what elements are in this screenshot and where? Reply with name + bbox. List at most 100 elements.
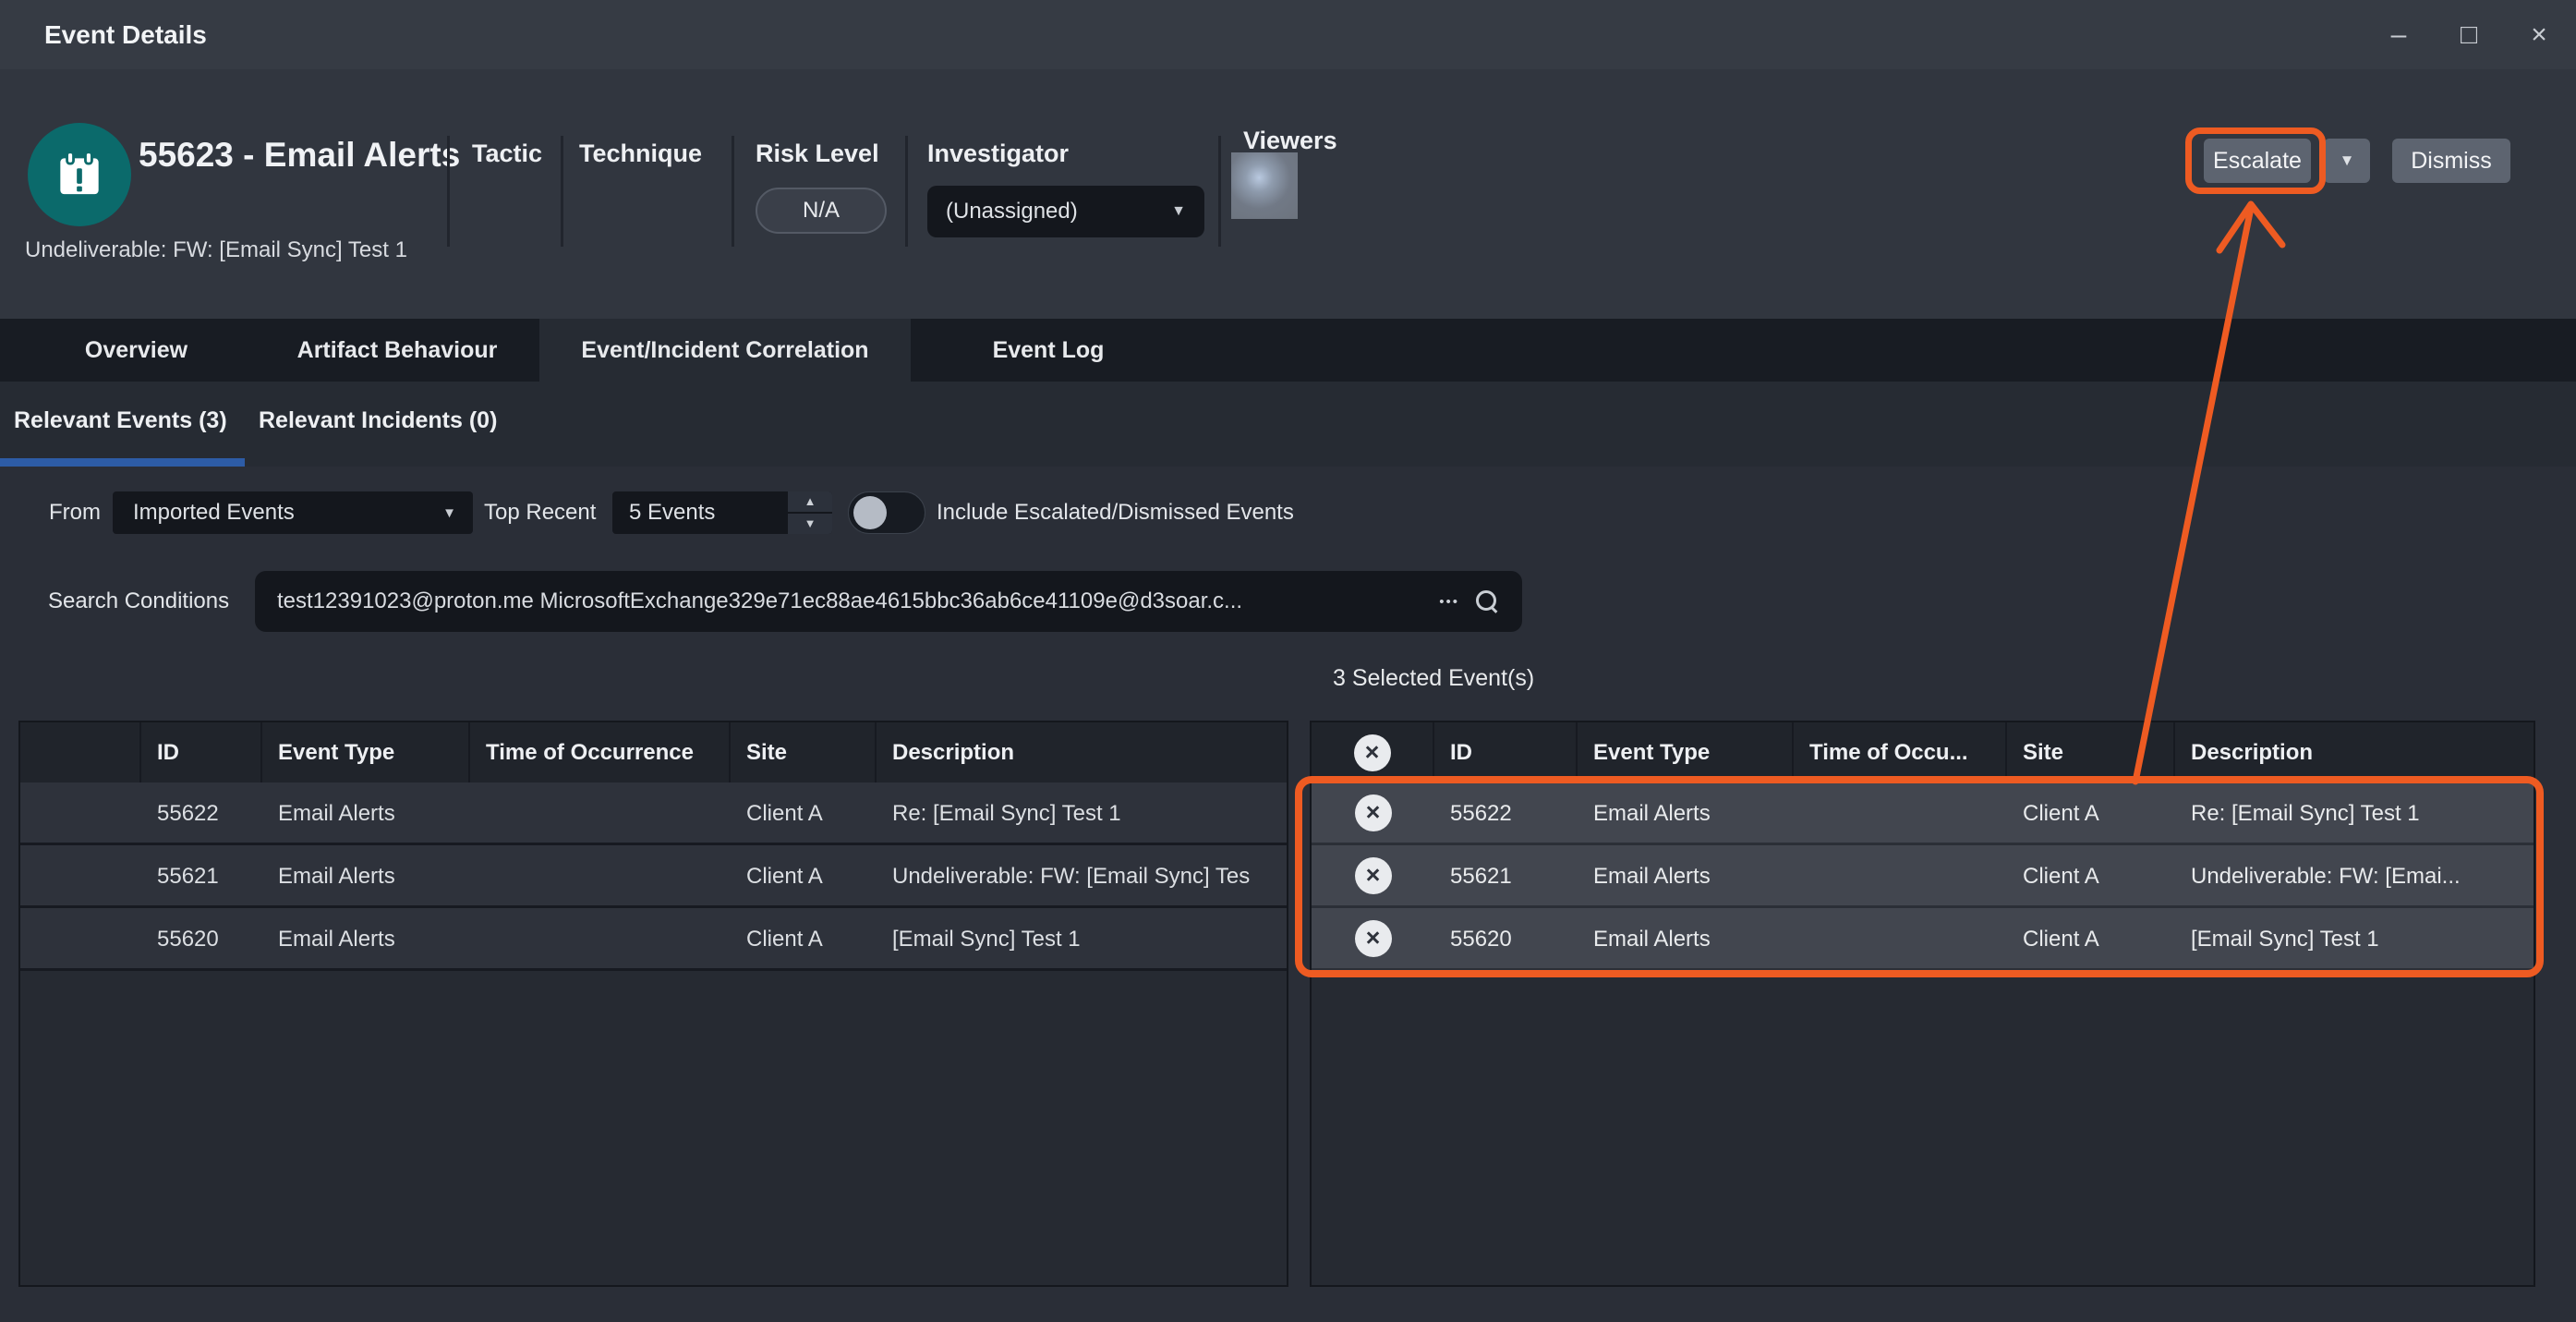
cell-site: Client A	[2007, 845, 2175, 905]
header-divider	[732, 136, 734, 247]
investigator-label: Investigator	[927, 139, 1069, 168]
main-tab-bar: Overview Artifact Behaviour Event/Incide…	[0, 319, 2576, 382]
subtab-relevant-incidents[interactable]: Relevant Incidents (0)	[259, 382, 497, 459]
remove-row-icon[interactable]: ×	[1355, 920, 1392, 957]
search-icon[interactable]	[1476, 590, 1498, 612]
top-recent-label: Top Recent	[484, 491, 596, 534]
subtab-relevant-events[interactable]: Relevant Events (3)	[14, 382, 227, 459]
escalate-button[interactable]: Escalate	[2204, 139, 2311, 183]
cell-event-type: Email Alerts	[1578, 908, 1794, 968]
more-options-icon[interactable]: •••	[1433, 594, 1476, 610]
toggle-knob	[853, 496, 887, 529]
table-row[interactable]: 55622 Email Alerts Client A Re: [Email S…	[20, 782, 1287, 845]
cell-site: Client A	[731, 908, 877, 968]
cell-event-type: Email Alerts	[1578, 782, 1794, 843]
table-row[interactable]: 55621 Email Alerts Client A Undeliverabl…	[20, 845, 1287, 908]
title-bar: Event Details – □ ×	[0, 0, 2576, 69]
stepper-up-icon[interactable]: ▲	[788, 491, 832, 514]
tactic-label: Tactic	[472, 139, 542, 168]
column-description: Description	[877, 722, 1287, 782]
event-alert-calendar-icon	[28, 123, 131, 226]
tab-event-incident-correlation[interactable]: Event/Incident Correlation	[539, 319, 911, 382]
risk-level-label: Risk Level	[756, 139, 879, 168]
cell-id: 55620	[1434, 908, 1578, 968]
top-recent-stepper[interactable]: 5 Events ▲ ▼	[612, 491, 832, 534]
top-recent-value: 5 Events	[612, 491, 786, 534]
table-row[interactable]: 55620 Email Alerts Client A [Email Sync]…	[20, 908, 1287, 971]
cell-time	[470, 845, 731, 905]
column-event-type: Event Type	[262, 722, 470, 782]
window-title: Event Details	[44, 0, 207, 69]
remove-row-icon[interactable]: ×	[1355, 794, 1392, 831]
table-row[interactable]: × 55622 Email Alerts Client A Re: [Email…	[1312, 782, 2534, 845]
remove-row-icon[interactable]: ×	[1355, 857, 1392, 894]
cell-event-type: Email Alerts	[262, 908, 470, 968]
cell-site: Client A	[731, 782, 877, 843]
column-event-type: Event Type	[1578, 722, 1794, 782]
cell-id: 55622	[141, 782, 262, 843]
dismiss-button[interactable]: Dismiss	[2392, 139, 2510, 183]
event-header: 55623 - Email Alerts Tactic Technique Ri…	[0, 69, 2576, 319]
stepper-down-icon[interactable]: ▼	[788, 514, 832, 534]
cell-event-type: Email Alerts	[262, 845, 470, 905]
investigator-dropdown[interactable]: (Unassigned) ▼	[927, 186, 1204, 237]
column-time: Time of Occurrence	[470, 722, 731, 782]
cell-description: [Email Sync] Test 1	[877, 908, 1287, 968]
table-header: ID Event Type Time of Occurrence Site De…	[20, 722, 1287, 782]
risk-level-badge: N/A	[756, 188, 887, 234]
search-conditions-value: test12391023@proton.me MicrosoftExchange…	[277, 588, 1385, 614]
chevron-down-icon: ▼	[442, 505, 456, 521]
cell-id: 55621	[1434, 845, 1578, 905]
viewer-avatar	[1231, 152, 1298, 219]
from-dropdown[interactable]: Imported Events ▼	[113, 491, 473, 534]
chevron-down-icon: ▼	[2340, 152, 2355, 170]
remove-all-icon[interactable]: ×	[1354, 734, 1391, 771]
tab-overview[interactable]: Overview	[28, 319, 245, 382]
header-divider	[561, 136, 563, 247]
cell-id: 55620	[141, 908, 262, 968]
cell-description: Re: [Email Sync] Test 1	[2175, 782, 2534, 843]
cell-description: Undeliverable: FW: [Emai...	[2175, 845, 2534, 905]
remove-all-cell: ×	[1312, 722, 1434, 782]
sub-tab-bar: Relevant Events (3) Relevant Incidents (…	[0, 382, 2576, 467]
column-id: ID	[1434, 722, 1578, 782]
cell-site: Client A	[2007, 782, 2175, 843]
column-select	[20, 722, 141, 782]
cell-time	[470, 908, 731, 968]
escalate-options-button[interactable]: ▼	[2324, 139, 2370, 183]
cell-description: [Email Sync] Test 1	[2175, 908, 2534, 968]
close-icon[interactable]: ×	[2522, 19, 2556, 51]
chevron-down-icon: ▼	[1171, 203, 1186, 220]
table-row[interactable]: × 55620 Email Alerts Client A [Email Syn…	[1312, 908, 2534, 971]
viewers-label: Viewers	[1243, 127, 1337, 155]
minimize-icon[interactable]: –	[2382, 19, 2415, 51]
selected-events-count: 3 Selected Event(s)	[1333, 665, 1534, 692]
cell-site: Client A	[731, 845, 877, 905]
correlation-content: From Imported Events ▼ Top Recent 5 Even…	[0, 467, 2576, 1322]
event-subtitle: Undeliverable: FW: [Email Sync] Test 1	[25, 237, 407, 263]
tab-event-log[interactable]: Event Log	[914, 319, 1182, 382]
cell-time	[1794, 845, 2007, 905]
include-escalated-toggle[interactable]	[848, 491, 925, 534]
selected-events-table: × ID Event Type Time of Occu... Site Des…	[1310, 721, 2535, 1287]
cell-id: 55621	[141, 845, 262, 905]
column-description: Description	[2175, 722, 2534, 782]
cell-time	[470, 782, 731, 843]
column-site: Site	[2007, 722, 2175, 782]
from-label: From	[49, 491, 101, 534]
cell-time	[1794, 782, 2007, 843]
table-row[interactable]: × 55621 Email Alerts Client A Undelivera…	[1312, 845, 2534, 908]
column-site: Site	[731, 722, 877, 782]
relevant-events-table: ID Event Type Time of Occurrence Site De…	[18, 721, 1288, 1287]
search-conditions-input[interactable]: test12391023@proton.me MicrosoftExchange…	[255, 571, 1522, 632]
header-divider	[905, 136, 908, 247]
stepper-buttons: ▲ ▼	[786, 491, 832, 534]
technique-label: Technique	[579, 139, 702, 168]
maximize-icon[interactable]: □	[2452, 19, 2485, 51]
from-value: Imported Events	[133, 500, 295, 526]
column-id: ID	[141, 722, 262, 782]
page-title: 55623 - Email Alerts	[139, 136, 460, 175]
search-conditions-label: Search Conditions	[48, 571, 229, 632]
tab-artifact-behaviour[interactable]: Artifact Behaviour	[259, 319, 536, 382]
cell-event-type: Email Alerts	[262, 782, 470, 843]
